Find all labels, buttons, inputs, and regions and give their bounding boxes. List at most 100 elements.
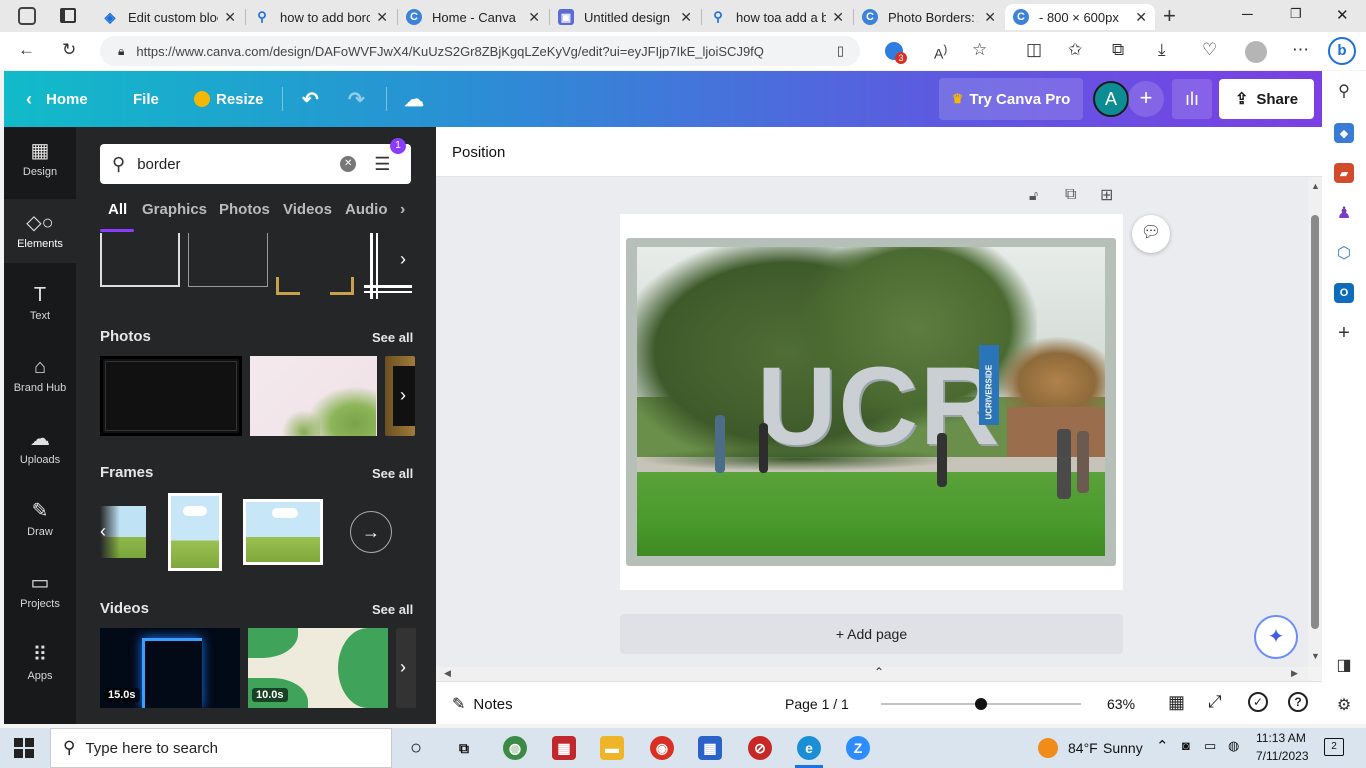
- clock-date[interactable]: 7/11/2023: [1256, 749, 1309, 763]
- tab-videos[interactable]: Videos: [283, 201, 332, 218]
- photo-result[interactable]: [250, 356, 377, 436]
- refresh-icon[interactable]: ↻: [62, 40, 76, 60]
- tray-chevron-icon[interactable]: ⌃: [1156, 737, 1169, 755]
- horizontal-scrollbar[interactable]: ◀ ⌃ ▶: [436, 665, 1308, 681]
- vertical-scroll-thumb[interactable]: [1311, 215, 1319, 629]
- sidebar-toggle-icon[interactable]: ◨: [1334, 655, 1354, 675]
- home-button[interactable]: ‹ Home: [26, 71, 88, 127]
- help-icon[interactable]: ?: [1288, 692, 1308, 712]
- photo-result[interactable]: [100, 356, 242, 436]
- see-all-videos-button[interactable]: See all: [372, 602, 413, 617]
- tab-audio[interactable]: Audio: [345, 201, 388, 218]
- tabs-next-icon[interactable]: ›: [400, 201, 405, 219]
- zoom-value[interactable]: 63%: [1107, 696, 1135, 712]
- tab-search-add-border-2[interactable]: ⚲ how toa add a b ✕: [702, 4, 852, 30]
- page-indicator[interactable]: Page 1 / 1: [785, 696, 849, 712]
- lock-page-icon[interactable]: 🔓︎: [1029, 187, 1038, 204]
- frame-result[interactable]: [100, 506, 146, 558]
- file-button[interactable]: File: [133, 71, 159, 127]
- videos-next-icon[interactable]: ›: [400, 657, 406, 678]
- window-close-icon[interactable]: ✕: [1336, 6, 1349, 24]
- show-pages-icon[interactable]: ⌃: [874, 665, 884, 679]
- rail-item-uploads[interactable]: ☁ Uploads: [4, 415, 76, 479]
- see-all-photos-button[interactable]: See all: [372, 330, 413, 345]
- tab-home-canva[interactable]: C Home - Canva ✕: [398, 4, 548, 30]
- tab-all[interactable]: All: [108, 201, 127, 218]
- campus-photo[interactable]: UCR UCRIVERSIDE: [637, 247, 1105, 556]
- graphic-result[interactable]: [276, 233, 356, 299]
- restore-icon[interactable]: ❐: [1290, 6, 1302, 22]
- rail-item-elements[interactable]: ◇○ Elements: [4, 199, 76, 263]
- frames-prev-icon[interactable]: ‹: [100, 521, 106, 542]
- tab-photos[interactable]: Photos: [219, 201, 270, 218]
- redo-icon[interactable]: ↷: [348, 71, 365, 127]
- close-icon[interactable]: ✕: [1135, 9, 1147, 26]
- vertical-scrollbar[interactable]: ▲ ▼: [1308, 177, 1322, 667]
- search-input[interactable]: [137, 155, 333, 173]
- design-page[interactable]: UCR UCRIVERSIDE: [620, 214, 1123, 590]
- filter-icon[interactable]: ☰: [374, 154, 390, 175]
- weather-temp[interactable]: 84°F: [1068, 740, 1098, 756]
- download-icon[interactable]: ⤓: [1158, 40, 1166, 60]
- close-icon[interactable]: ✕: [832, 9, 844, 26]
- close-icon[interactable]: ✕: [984, 9, 996, 26]
- split-screen-icon[interactable]: ◫: [1026, 40, 1042, 60]
- grid-view-icon[interactable]: ▦: [1168, 692, 1185, 713]
- sidebar-settings-icon[interactable]: ⚙: [1334, 695, 1354, 715]
- video-result[interactable]: 10.0s: [248, 628, 388, 708]
- graphic-result[interactable]: [188, 233, 268, 287]
- cloud-saved-icon[interactable]: ☁: [404, 71, 424, 127]
- resize-button[interactable]: Resize: [194, 71, 264, 127]
- performance-icon[interactable]: ♡: [1202, 40, 1217, 60]
- position-button[interactable]: Position: [452, 144, 505, 161]
- games-icon[interactable]: ♟: [1334, 203, 1354, 223]
- photo-border-frame[interactable]: UCR UCRIVERSIDE: [626, 238, 1116, 566]
- reader-icon[interactable]: ▯: [837, 43, 844, 59]
- see-all-frames-button[interactable]: See all: [372, 466, 413, 481]
- rail-item-apps[interactable]: ⠿ Apps: [4, 631, 76, 695]
- zoom-slider[interactable]: [881, 698, 1081, 710]
- tab-untitled-design[interactable]: ▣ Untitled design ✕: [550, 4, 700, 30]
- cortana-icon[interactable]: ○: [404, 736, 428, 760]
- blocked-app-icon[interactable]: ⊘: [748, 736, 772, 760]
- gift-app-icon[interactable]: ▦: [552, 736, 576, 760]
- microsoft365-icon[interactable]: ⬡: [1334, 243, 1354, 263]
- user-avatar[interactable]: A: [1093, 81, 1129, 117]
- settings-more-icon[interactable]: ⋯: [1292, 40, 1309, 60]
- profile-avatar[interactable]: [1245, 41, 1267, 63]
- search-icon[interactable]: ⚲: [1334, 81, 1354, 101]
- video-result[interactable]: [396, 628, 416, 708]
- graphics-next-icon[interactable]: ›: [400, 249, 406, 270]
- tab-photo-borders[interactable]: C Photo Borders: A ✕: [854, 4, 1004, 30]
- try-pro-button[interactable]: ♛ Try Canva Pro: [939, 78, 1083, 120]
- rail-item-draw[interactable]: ✎ Draw: [4, 487, 76, 551]
- new-tab-button[interactable]: +: [1163, 3, 1176, 29]
- notification-icon[interactable]: 2: [1324, 738, 1344, 756]
- comment-button[interactable]: 💬︎: [1132, 215, 1170, 253]
- minimize-icon[interactable]: ─: [1242, 6, 1253, 23]
- zoom-app-icon[interactable]: Z: [846, 736, 870, 760]
- outlook-icon[interactable]: O: [1334, 283, 1354, 303]
- favorite-star-icon[interactable]: ☆: [972, 40, 987, 60]
- tab-edit-custom-block[interactable]: ◈ Edit custom bloc ✕: [94, 4, 244, 30]
- chrome-icon[interactable]: ◉: [650, 736, 674, 760]
- back-icon[interactable]: ←: [18, 40, 35, 60]
- clock-time[interactable]: 11:13 AM: [1256, 731, 1306, 745]
- file-explorer-icon[interactable]: ▬: [600, 736, 624, 760]
- check-icon[interactable]: ✓: [1248, 692, 1268, 712]
- read-aloud-icon[interactable]: A): [934, 40, 947, 64]
- tab-search-add-border[interactable]: ⚲ how to add borc ✕: [246, 4, 396, 30]
- fullscreen-icon[interactable]: ⤢: [1208, 692, 1222, 712]
- tray-network-icon[interactable]: ◍: [1228, 738, 1239, 754]
- tab-graphics[interactable]: Graphics: [142, 201, 207, 218]
- clear-search-icon[interactable]: ✕: [340, 156, 357, 172]
- share-button[interactable]: ⇪ Share: [1219, 79, 1314, 119]
- edge-taskbar-icon[interactable]: e: [797, 736, 821, 760]
- add-collaborator-button[interactable]: +: [1128, 81, 1164, 117]
- rail-item-projects[interactable]: ▭ Projects: [4, 559, 76, 623]
- close-icon[interactable]: ✕: [680, 9, 692, 26]
- weather-desc[interactable]: Sunny: [1103, 740, 1143, 756]
- copilot-icon[interactable]: b: [1328, 37, 1356, 65]
- frame-result[interactable]: [243, 499, 323, 565]
- workspaces-icon[interactable]: [18, 7, 36, 25]
